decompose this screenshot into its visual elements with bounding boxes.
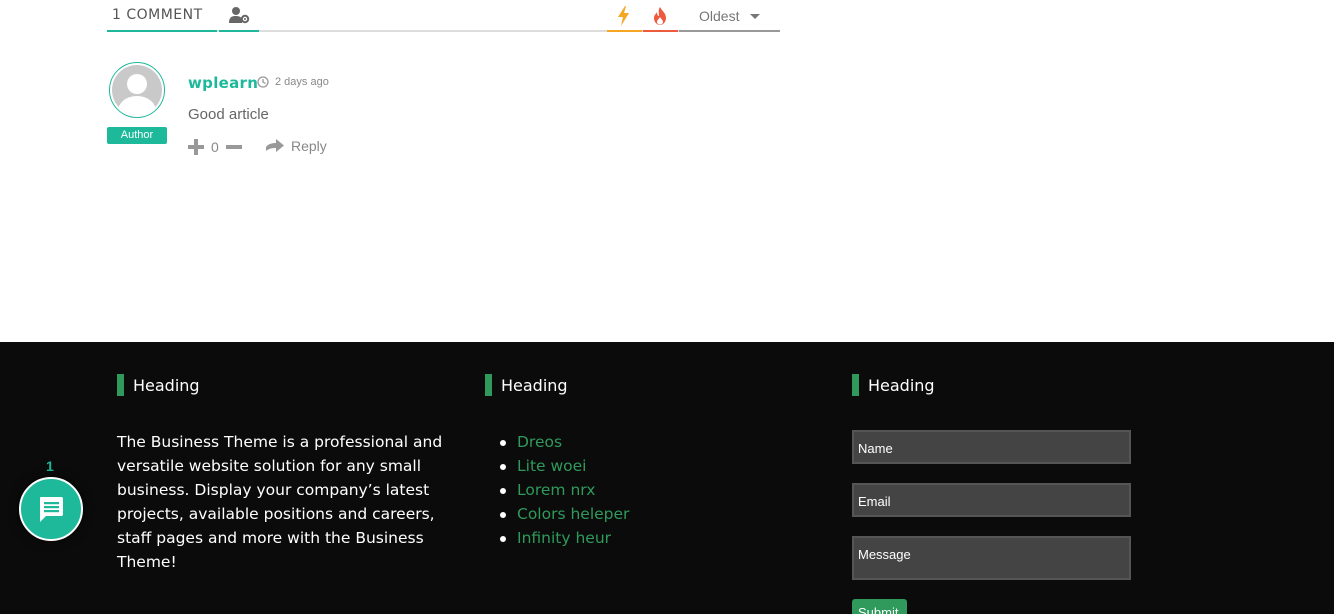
- comment-count: 1 COMMENT: [107, 0, 217, 32]
- user-settings-icon: [229, 7, 250, 24]
- comment-text: Good article: [188, 106, 269, 123]
- vote-count: 0: [211, 139, 219, 155]
- newest-underline: [607, 30, 642, 32]
- list-item: Infinity heur: [485, 526, 629, 550]
- footer-heading-text: Heading: [501, 376, 568, 395]
- order-underline: [679, 30, 780, 32]
- footer-link[interactable]: Dreos: [517, 433, 562, 451]
- heading-accent-bar: [485, 374, 492, 396]
- comments-header: 1 COMMENT Oldest: [107, 0, 780, 32]
- subscribe-underline: [219, 30, 259, 32]
- footer-heading: Heading: [852, 374, 1152, 396]
- footer-link[interactable]: Lite woei: [517, 457, 587, 475]
- footer-link[interactable]: Infinity heur: [517, 529, 611, 547]
- comment-item: Author wplearn 2 days ago Good article 0…: [107, 60, 707, 170]
- reply-button[interactable]: Reply: [265, 137, 335, 157]
- clock-icon: [257, 76, 269, 88]
- subscribe-button[interactable]: [219, 0, 259, 32]
- avatar: [109, 62, 165, 118]
- list-item: Lite woei: [485, 454, 629, 478]
- vote-down-icon[interactable]: [225, 138, 243, 156]
- footer-heading: Heading: [485, 374, 785, 396]
- reply-arrow-icon: [266, 139, 284, 152]
- submit-button[interactable]: Submit: [852, 599, 907, 614]
- email-placeholder: Email: [858, 494, 891, 509]
- reply-label: Reply: [291, 138, 327, 154]
- sort-hottest-button[interactable]: [643, 0, 678, 32]
- footer-heading-text: Heading: [868, 376, 935, 395]
- list-item: Dreos: [485, 430, 629, 454]
- footer-heading: Heading: [117, 374, 417, 396]
- message-placeholder: Message: [858, 547, 911, 562]
- chevron-down-icon: [750, 14, 760, 19]
- footer-link-list: Dreos Lite woei Lorem nrx Colors heleper…: [485, 430, 629, 550]
- chat-bubble-button[interactable]: [19, 477, 83, 541]
- name-placeholder: Name: [858, 441, 893, 456]
- list-item: Colors heleper: [485, 502, 629, 526]
- message-field[interactable]: Message: [852, 536, 1131, 580]
- name-field[interactable]: Name: [852, 430, 1131, 464]
- footer-link[interactable]: Lorem nrx: [517, 481, 595, 499]
- default-avatar-icon: [112, 65, 162, 115]
- footer-link[interactable]: Colors heleper: [517, 505, 629, 523]
- lightning-icon: [618, 6, 629, 26]
- chat-bubble-icon: [40, 497, 63, 522]
- comment-time[interactable]: 2 days ago: [275, 76, 329, 88]
- chat-comment-count: 1: [46, 458, 54, 474]
- role-badge: Author: [107, 127, 167, 144]
- footer-about-text: The Business Theme is a professional and…: [117, 433, 443, 571]
- heading-accent-bar: [117, 374, 124, 396]
- comment-author[interactable]: wplearn: [188, 74, 258, 92]
- heading-accent-bar: [852, 374, 859, 396]
- comment-count-underline: [107, 30, 217, 32]
- hottest-underline: [643, 30, 678, 32]
- sort-newest-button[interactable]: [607, 0, 642, 32]
- vote-up-icon[interactable]: [187, 138, 205, 156]
- site-footer: Heading The Business Theme is a professi…: [0, 342, 1334, 614]
- sort-order-label: Oldest: [699, 8, 740, 24]
- email-field[interactable]: Email: [852, 483, 1131, 517]
- list-item: Lorem nrx: [485, 478, 629, 502]
- flame-icon: [654, 7, 666, 25]
- comment-count-label: 1 COMMENT: [112, 7, 203, 23]
- footer-heading-text: Heading: [133, 376, 200, 395]
- sort-order-dropdown[interactable]: Oldest: [679, 0, 780, 32]
